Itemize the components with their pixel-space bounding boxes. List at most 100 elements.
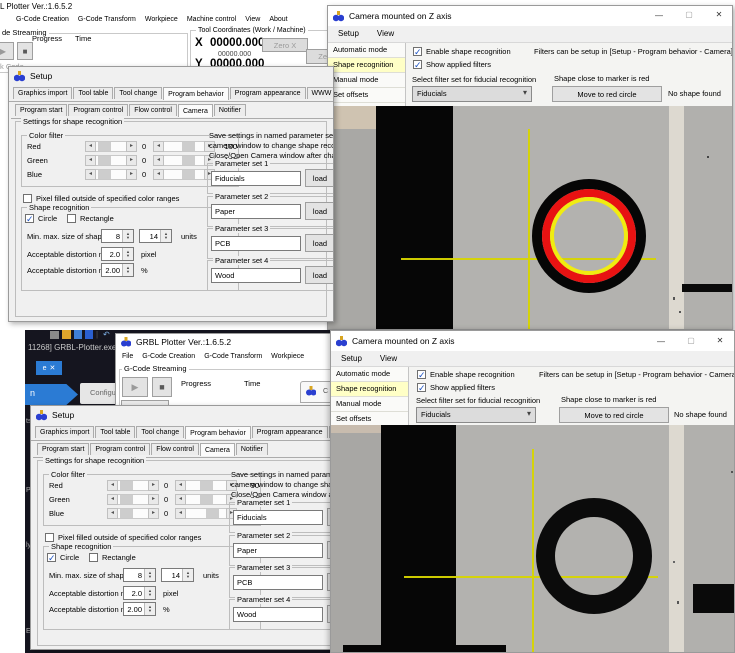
enable-shape-checkbox[interactable]: ✓ [413, 47, 422, 56]
sidebar-item-shape-recognition[interactable]: Shape recognition [328, 58, 405, 73]
arrow-left-icon[interactable]: ◂ [107, 508, 118, 519]
blue-high-slider[interactable]: ◂▸ [175, 508, 237, 519]
move-to-red-circle-button[interactable]: Move to red circle [552, 86, 662, 102]
enable-shape-checkbox[interactable]: ✓ [417, 370, 426, 379]
subtab-flow-control[interactable]: Flow control [151, 443, 199, 455]
stop-button[interactable]: ■ [152, 377, 172, 397]
menu-view[interactable]: View [245, 16, 260, 23]
arrow-right-icon[interactable]: ▸ [148, 494, 159, 505]
spin-down-icon[interactable]: ▼ [164, 236, 168, 240]
arrow-left-icon[interactable]: ◂ [153, 141, 164, 152]
circle-checkbox[interactable]: ✓ [25, 214, 34, 223]
undo-icon[interactable]: ↶ [103, 330, 110, 339]
menu-gcode-creation[interactable]: G-Code Creation [16, 16, 69, 23]
tab-program-behavior[interactable]: Program behavior [163, 87, 229, 100]
filter-set-dropdown[interactable]: Fiducials ▾ [412, 86, 532, 102]
spin-down-icon[interactable]: ▼ [148, 593, 152, 597]
tab-tool-change[interactable]: Tool change [136, 426, 184, 438]
close-icon[interactable]: ✕ [712, 336, 728, 345]
green-low-slider[interactable]: ◂▸ [85, 155, 137, 166]
param-set-4-input[interactable]: Wood [211, 268, 301, 283]
spin-down-icon[interactable]: ▼ [148, 609, 152, 613]
size-max-spinner[interactable]: 14▲▼ [161, 568, 194, 582]
spin-down-icon[interactable]: ▼ [126, 254, 130, 258]
param-set-1-load-button[interactable]: load [305, 169, 334, 187]
param-set-3-input[interactable]: PCB [211, 236, 301, 251]
save-all-icon[interactable] [85, 330, 93, 339]
subtab-camera[interactable]: Camera [200, 443, 235, 456]
menu-gcode-transform[interactable]: G-Code Transform [78, 16, 136, 23]
camera2-menu-view[interactable]: View [380, 354, 397, 364]
arrow-left-icon[interactable]: ◂ [85, 141, 96, 152]
arrow-left-icon[interactable]: ◂ [107, 480, 118, 491]
red-high-slider[interactable]: ◂▸ [153, 141, 215, 152]
blue-low-slider[interactable]: ◂▸ [85, 169, 137, 180]
play-button[interactable]: ▶ [122, 377, 148, 397]
arrow-left-icon[interactable]: ◂ [153, 155, 164, 166]
show-filters-checkbox[interactable]: ✓ [413, 60, 422, 69]
subtab-program-start[interactable]: Program start [37, 443, 89, 455]
param-set-2-input[interactable]: Paper [211, 204, 301, 219]
play-button[interactable]: ▶ [0, 42, 14, 60]
blue-high-slider[interactable]: ◂▸ [153, 169, 215, 180]
save-icon[interactable] [74, 330, 82, 339]
size-min-spinner[interactable]: 8▲▼ [123, 568, 156, 582]
tab-www-links[interactable]: WWW Links [307, 87, 334, 99]
spin-down-icon[interactable]: ▼ [148, 575, 152, 579]
tab-program-appearance[interactable]: Program appearance [252, 426, 328, 438]
sidebar-item-automatic-mode[interactable]: Automatic mode [328, 43, 405, 58]
arrow-left-icon[interactable]: ◂ [107, 494, 118, 505]
close-icon[interactable]: ✕ [711, 10, 727, 19]
maximize-icon[interactable]: ▢ [681, 10, 697, 19]
arrow-left-icon[interactable]: ◂ [153, 169, 164, 180]
minimize-icon[interactable]: — [651, 11, 667, 20]
subtab-program-control[interactable]: Program control [90, 443, 150, 455]
menu-workpiece[interactable]: Workpiece [271, 353, 304, 360]
arrow-right-icon[interactable]: ▸ [148, 480, 159, 491]
tab-tool-table[interactable]: Tool table [95, 426, 135, 438]
ide-breadcrumb-banner[interactable]: n [25, 384, 78, 405]
param-set-3-load-button[interactable]: load [305, 234, 334, 252]
pixel-filled-checkbox[interactable] [45, 533, 54, 542]
param-set-1-input[interactable]: Fiducials [211, 171, 301, 186]
arrow-left-icon[interactable]: ◂ [175, 480, 186, 491]
red-low-slider[interactable]: ◂▸ [85, 141, 137, 152]
sidebar-item-automatic-mode[interactable]: Automatic mode [331, 367, 408, 382]
tab-program-appearance[interactable]: Program appearance [230, 87, 306, 99]
param-set-4-input[interactable]: Wood [233, 607, 323, 622]
filter-set-dropdown[interactable]: Fiducials ▾ [416, 407, 536, 423]
param-set-2-input[interactable]: Paper [233, 543, 323, 558]
pixel-filled-checkbox[interactable] [23, 194, 32, 203]
red-low-slider[interactable]: ◂▸ [107, 480, 159, 491]
spin-down-icon[interactable]: ▼ [126, 236, 130, 240]
green-high-slider[interactable]: ◂▸ [175, 494, 237, 505]
sidebar-item-manual-mode[interactable]: Manual mode [331, 397, 408, 412]
camera1-menu-setup[interactable]: Setup [338, 29, 359, 39]
arrow-left-icon[interactable]: ◂ [175, 508, 186, 519]
dist-min-spinner[interactable]: 2.0▲▼ [101, 247, 134, 261]
subtab-program-start[interactable]: Program start [15, 104, 67, 116]
tab-tool-change[interactable]: Tool change [114, 87, 162, 99]
minimize-icon[interactable]: — [653, 337, 669, 346]
arrow-right-icon[interactable]: ▸ [126, 155, 137, 166]
folder-icon[interactable] [62, 330, 71, 339]
size-max-spinner[interactable]: 14▲▼ [139, 229, 172, 243]
green-low-slider[interactable]: ◂▸ [107, 494, 159, 505]
rectangle-checkbox[interactable] [89, 553, 98, 562]
arrow-right-icon[interactable]: ▸ [148, 508, 159, 519]
subtab-camera[interactable]: Camera [178, 104, 213, 117]
ide-document-tab[interactable]: e ✕ [36, 361, 62, 375]
circle-checkbox[interactable]: ✓ [47, 553, 56, 562]
menu-about[interactable]: About [269, 16, 287, 23]
tab-program-behavior[interactable]: Program behavior [185, 426, 251, 439]
param-set-2-load-button[interactable]: load [305, 202, 334, 220]
close-icon[interactable]: ✕ [50, 364, 56, 372]
rectangle-checkbox[interactable] [67, 214, 76, 223]
spin-down-icon[interactable]: ▼ [126, 270, 130, 274]
arrow-left-icon[interactable]: ◂ [175, 494, 186, 505]
subtab-program-control[interactable]: Program control [68, 104, 128, 116]
spin-down-icon[interactable]: ▼ [186, 575, 190, 579]
menu-gcode-creation[interactable]: G-Code Creation [142, 353, 195, 360]
arrow-right-icon[interactable]: ▸ [126, 169, 137, 180]
stop-button[interactable]: ■ [17, 42, 33, 60]
